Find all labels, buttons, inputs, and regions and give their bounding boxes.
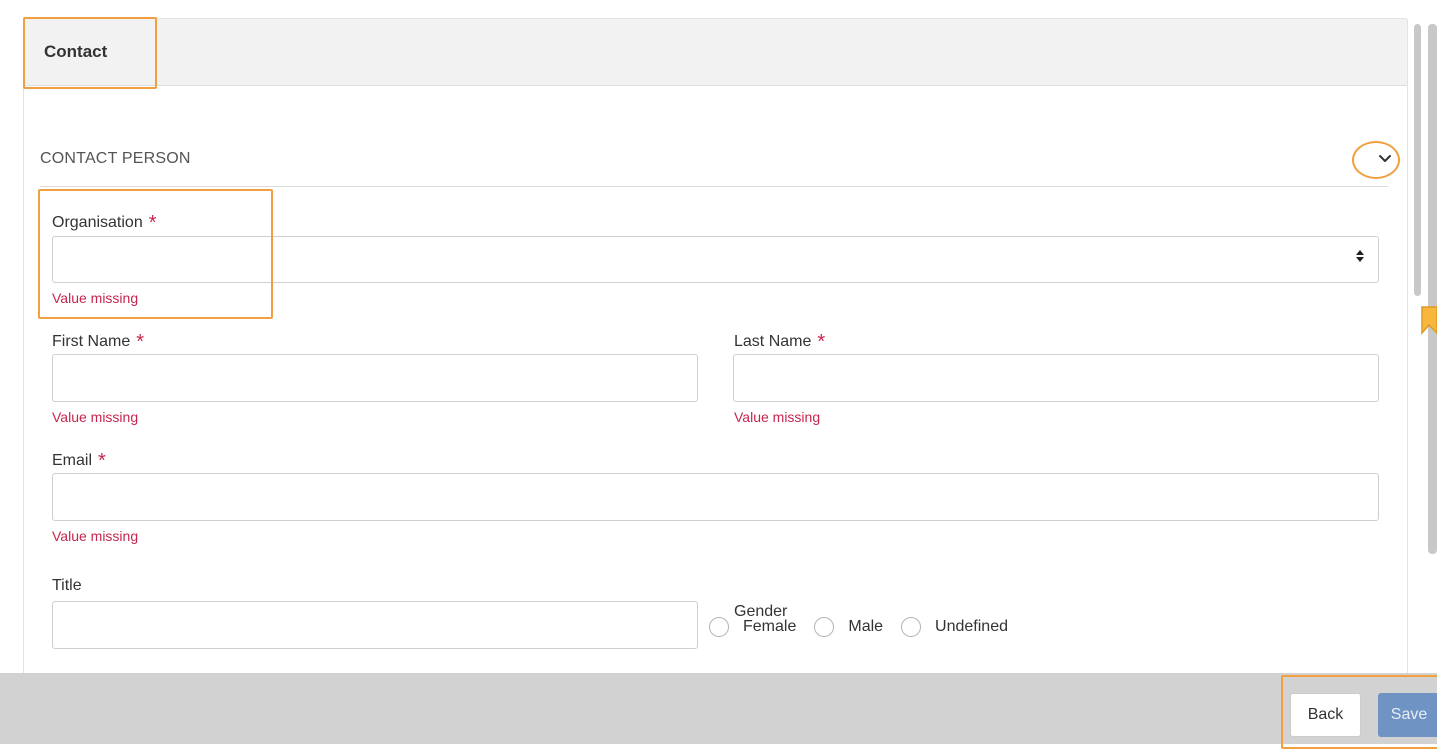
page-scrollbar-thumb[interactable] [1428,24,1437,554]
contact-panel: Contact CONTACT PERSON Organisation * Val… [23,18,1408,680]
bookmark-icon[interactable] [1420,305,1437,335]
required-marker: * [98,450,106,472]
panel-header: Contact [24,19,1407,86]
first-name-error: Value missing [52,409,139,425]
scrollbar-thumb[interactable] [1414,24,1421,296]
save-button[interactable]: Save [1378,693,1437,737]
gender-option-label: Undefined [935,618,1008,635]
back-button[interactable]: Back [1290,693,1361,737]
gender-option-undefined[interactable]: Undefined [901,617,1008,637]
last-name-error: Value missing [734,409,821,425]
section-title: CONTACT PERSON [40,150,191,167]
gender-option-label: Male [848,618,884,635]
gender-option-label: Female [743,618,797,635]
sort-arrows-icon [1356,249,1364,263]
first-name-label-text: First Name [52,333,131,350]
gender-radio-group: Female Male Undefined [709,617,1026,637]
first-name-label: First Name * [52,329,145,353]
panel-title: Contact [44,42,108,61]
required-marker: * [136,331,145,353]
email-label-text: Email [52,452,93,469]
chevron-down-icon [1379,155,1391,162]
last-name-label-text: Last Name [734,333,812,350]
title-input[interactable] [52,601,698,649]
organisation-error: Value missing [52,290,139,306]
radio-button[interactable] [814,617,835,637]
collapse-section-button[interactable] [1374,148,1396,170]
organisation-label: Organisation * [52,210,157,234]
email-label: Email * [52,448,106,472]
required-marker: * [148,212,157,234]
email-error: Value missing [52,528,139,544]
last-name-input[interactable] [733,354,1379,402]
required-marker: * [817,331,826,353]
first-name-input[interactable] [52,354,698,402]
last-name-label: Last Name * [734,329,826,353]
radio-button[interactable] [709,617,729,637]
radio-button[interactable] [901,617,922,637]
gender-option-male[interactable]: Male [814,617,883,637]
organisation-select[interactable] [52,236,1379,283]
section-divider [40,186,1388,187]
organisation-label-text: Organisation [52,214,143,231]
email-input[interactable] [52,473,1379,521]
title-label: Title [52,577,82,594]
form-footer [0,673,1437,744]
gender-option-female[interactable]: Female [709,617,796,637]
